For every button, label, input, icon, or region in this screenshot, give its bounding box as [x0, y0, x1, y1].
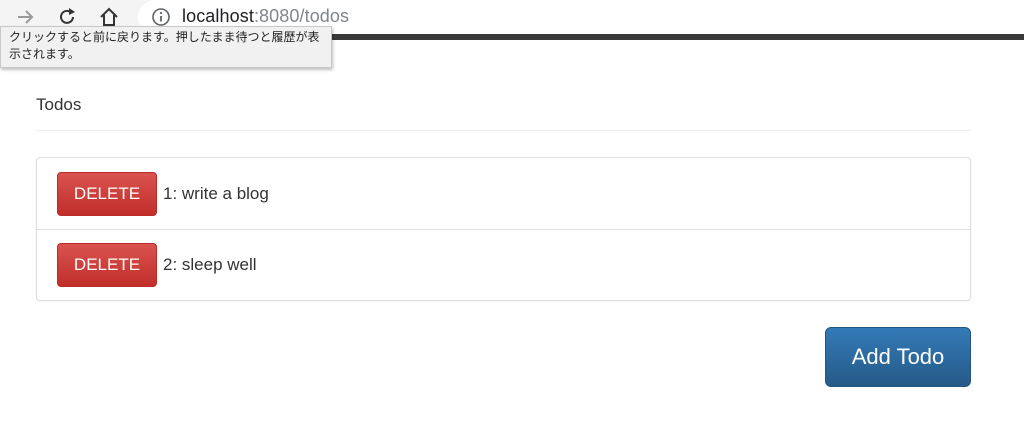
list-item: DELETE 1: write a blog — [37, 158, 970, 229]
back-button-tooltip: クリックすると前に戻ります。押したまま待つと履歴が表示されます。 — [0, 26, 332, 68]
todo-list: DELETE 1: write a blog DELETE 2: sleep w… — [36, 157, 971, 301]
url-host: localhost — [182, 6, 254, 26]
title-divider — [36, 130, 971, 131]
add-todo-button[interactable]: Add Todo — [825, 327, 971, 387]
url-path: :8080/todos — [253, 6, 350, 26]
delete-button[interactable]: DELETE — [57, 243, 157, 287]
todo-text: 2: sleep well — [163, 255, 257, 274]
page-title: Todos — [36, 95, 82, 114]
info-icon[interactable] — [151, 7, 171, 27]
list-item: DELETE 2: sleep well — [37, 229, 970, 300]
delete-button[interactable]: DELETE — [57, 171, 157, 216]
todo-text: 1: write a blog — [163, 183, 269, 203]
url-text[interactable]: localhost:8080/todos — [182, 5, 349, 27]
